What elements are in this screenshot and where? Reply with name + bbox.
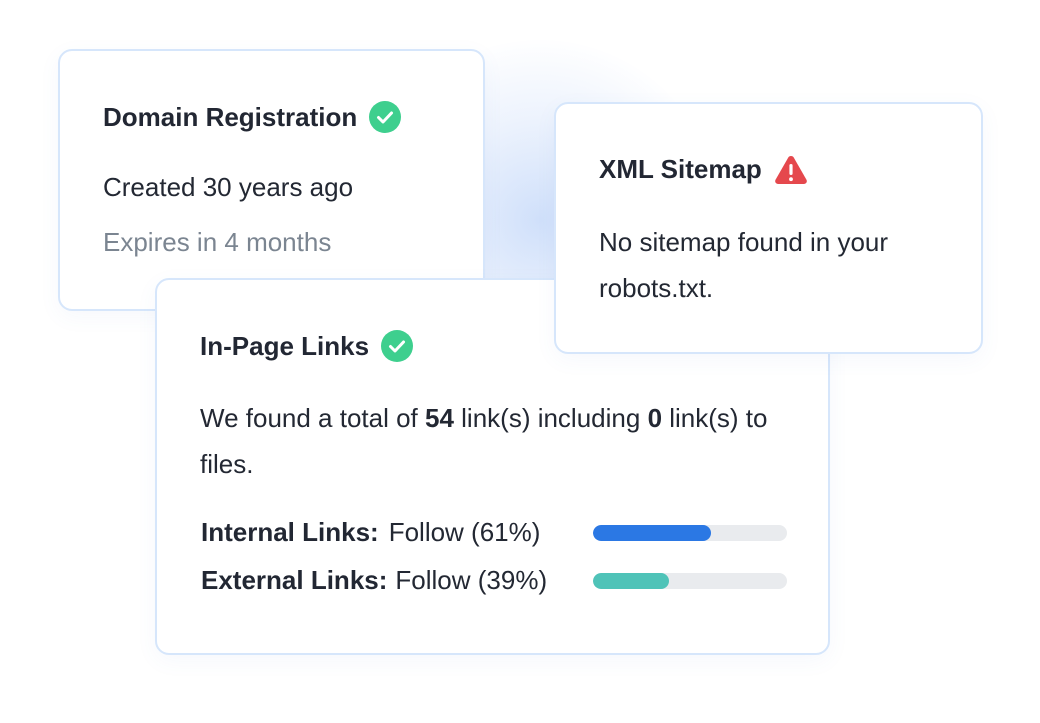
summary-middle: link(s) including — [453, 403, 648, 433]
links-summary-text: We found a total of 54 link(s) including… — [200, 395, 770, 487]
internal-links-value: Follow (61%) — [388, 517, 541, 547]
in-page-links-title: In-Page Links — [200, 330, 370, 361]
domain-expires-text: Expires in 4 months — [103, 227, 332, 257]
domain-registration-card: Domain Registration Created 30 years ago… — [58, 49, 485, 311]
external-links-row: External Links: Follow (39%) — [201, 565, 547, 596]
check-circle-icon — [381, 330, 414, 362]
summary-prefix: We found a total of — [200, 403, 425, 433]
external-links-value: Follow (39%) — [395, 565, 548, 595]
domain-created-text: Created 30 years ago — [103, 172, 354, 202]
internal-links-label: Internal Links: — [201, 517, 379, 547]
xml-sitemap-card: XML Sitemap No sitemap found in your rob… — [554, 102, 983, 354]
internal-links-bar-fill — [593, 525, 712, 541]
total-links-count: 54 — [425, 403, 454, 433]
domain-registration-title: Domain Registration — [103, 101, 358, 132]
internal-links-bar — [593, 525, 787, 541]
internal-links-row: Internal Links: Follow (61%) — [201, 517, 540, 548]
sitemap-message: No sitemap found in your robots.txt. — [599, 219, 959, 311]
sitemap-message-line2: robots.txt. — [599, 273, 714, 303]
sitemap-message-line1: No sitemap found in your — [599, 227, 889, 257]
domain-registration-heading: Domain Registration — [103, 101, 402, 133]
xml-sitemap-heading: XML Sitemap — [599, 154, 808, 185]
external-links-label: External Links: — [201, 565, 388, 595]
in-page-links-heading: In-Page Links — [200, 330, 414, 362]
xml-sitemap-title: XML Sitemap — [599, 154, 762, 184]
external-links-bar-fill — [593, 573, 669, 589]
external-links-bar — [593, 573, 787, 589]
warning-triangle-icon — [774, 154, 808, 185]
check-circle-icon — [369, 101, 402, 133]
file-links-count: 0 — [647, 403, 663, 433]
